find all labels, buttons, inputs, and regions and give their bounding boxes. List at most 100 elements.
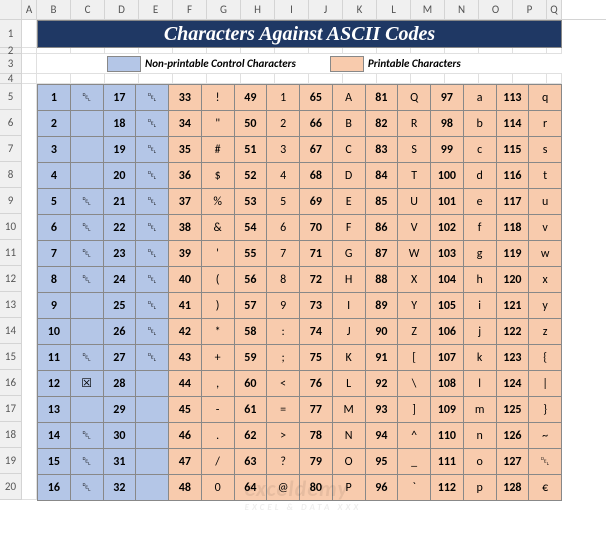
ascii-code-cell[interactable]: 67 <box>300 137 333 163</box>
row-header-4[interactable]: 4 <box>0 74 22 84</box>
column-header-H[interactable]: H <box>241 0 275 19</box>
ascii-char-cell[interactable]: ␡ <box>136 111 169 137</box>
ascii-code-cell[interactable]: 4 <box>38 163 71 189</box>
ascii-code-cell[interactable]: 105 <box>431 293 464 319</box>
ascii-char-cell[interactable]: c <box>463 137 496 163</box>
ascii-char-cell[interactable]: P <box>332 475 365 501</box>
ascii-char-cell[interactable]: ␡ <box>136 189 169 215</box>
row-header-6[interactable]: 6 <box>0 110 22 136</box>
ascii-char-cell[interactable]: A <box>332 85 365 111</box>
ascii-char-cell[interactable] <box>70 293 103 319</box>
ascii-code-cell[interactable]: 46 <box>169 423 202 449</box>
ascii-char-cell[interactable]: S <box>398 137 431 163</box>
ascii-code-cell[interactable]: 43 <box>169 345 202 371</box>
ascii-code-cell[interactable]: 94 <box>365 423 398 449</box>
ascii-code-cell[interactable]: 44 <box>169 371 202 397</box>
ascii-char-cell[interactable]: ␡ <box>136 241 169 267</box>
ascii-code-cell[interactable]: 108 <box>431 371 464 397</box>
ascii-char-cell[interactable]: ? <box>267 449 300 475</box>
ascii-code-cell[interactable]: 8 <box>38 267 71 293</box>
ascii-char-cell[interactable]: " <box>201 111 234 137</box>
ascii-code-cell[interactable]: 58 <box>234 319 267 345</box>
ascii-char-cell[interactable]: L <box>332 371 365 397</box>
ascii-char-cell[interactable]: @ <box>267 475 300 501</box>
ascii-char-cell[interactable]: ␡ <box>136 163 169 189</box>
ascii-char-cell[interactable]: ( <box>201 267 234 293</box>
ascii-code-cell[interactable]: 52 <box>234 163 267 189</box>
column-header-C[interactable]: C <box>71 0 105 19</box>
ascii-code-cell[interactable]: 16 <box>38 475 71 501</box>
ascii-char-cell[interactable]: ␡ <box>70 215 103 241</box>
ascii-char-cell[interactable]: v <box>529 215 562 241</box>
ascii-code-cell[interactable]: 37 <box>169 189 202 215</box>
ascii-code-cell[interactable]: 64 <box>234 475 267 501</box>
ascii-char-cell[interactable]: ) <box>201 293 234 319</box>
ascii-code-cell[interactable]: 61 <box>234 397 267 423</box>
ascii-code-cell[interactable]: 3 <box>38 137 71 163</box>
ascii-char-cell[interactable]: Z <box>398 319 431 345</box>
ascii-code-cell[interactable]: 39 <box>169 241 202 267</box>
ascii-code-cell[interactable]: 73 <box>300 293 333 319</box>
ascii-code-cell[interactable]: 36 <box>169 163 202 189</box>
ascii-char-cell[interactable] <box>70 163 103 189</box>
column-header-J[interactable]: J <box>309 0 343 19</box>
ascii-char-cell[interactable]: n <box>463 423 496 449</box>
ascii-code-cell[interactable]: 5 <box>38 189 71 215</box>
ascii-code-cell[interactable]: 27 <box>103 345 136 371</box>
ascii-code-cell[interactable]: 26 <box>103 319 136 345</box>
ascii-char-cell[interactable]: R <box>398 111 431 137</box>
ascii-code-cell[interactable]: 115 <box>496 137 529 163</box>
ascii-char-cell[interactable]: ! <box>201 85 234 111</box>
ascii-code-cell[interactable]: 78 <box>300 423 333 449</box>
ascii-code-cell[interactable]: 65 <box>300 85 333 111</box>
ascii-char-cell[interactable]: W <box>398 241 431 267</box>
ascii-char-cell[interactable]: ☒ <box>70 371 103 397</box>
ascii-char-cell[interactable]: f <box>463 215 496 241</box>
ascii-char-cell[interactable]: G <box>332 241 365 267</box>
ascii-code-cell[interactable]: 53 <box>234 189 267 215</box>
ascii-char-cell[interactable]: 0 <box>201 475 234 501</box>
ascii-code-cell[interactable]: 116 <box>496 163 529 189</box>
ascii-char-cell[interactable] <box>70 397 103 423</box>
ascii-char-cell[interactable]: } <box>529 397 562 423</box>
ascii-code-cell[interactable]: 22 <box>103 215 136 241</box>
ascii-code-cell[interactable]: 93 <box>365 397 398 423</box>
row-header-18[interactable]: 18 <box>0 422 22 448</box>
ascii-code-cell[interactable]: 54 <box>234 215 267 241</box>
ascii-char-cell[interactable]: k <box>463 345 496 371</box>
ascii-char-cell[interactable]: V <box>398 215 431 241</box>
ascii-code-cell[interactable]: 89 <box>365 293 398 319</box>
column-header-L[interactable]: L <box>377 0 411 19</box>
ascii-code-cell[interactable]: 47 <box>169 449 202 475</box>
ascii-char-cell[interactable]: u <box>529 189 562 215</box>
ascii-code-cell[interactable]: 122 <box>496 319 529 345</box>
ascii-char-cell[interactable]: { <box>529 345 562 371</box>
ascii-char-cell[interactable]: / <box>201 449 234 475</box>
row-header-8[interactable]: 8 <box>0 162 22 188</box>
ascii-code-cell[interactable]: 56 <box>234 267 267 293</box>
column-header-F[interactable]: F <box>173 0 207 19</box>
ascii-char-cell[interactable]: I <box>332 293 365 319</box>
column-header-O[interactable]: O <box>479 0 513 19</box>
ascii-char-cell[interactable] <box>136 423 169 449</box>
ascii-char-cell[interactable]: 6 <box>267 215 300 241</box>
ascii-char-cell[interactable]: h <box>463 267 496 293</box>
ascii-code-cell[interactable]: 92 <box>365 371 398 397</box>
ascii-char-cell[interactable]: j <box>463 319 496 345</box>
row-header-16[interactable]: 16 <box>0 370 22 396</box>
ascii-code-cell[interactable]: 106 <box>431 319 464 345</box>
ascii-char-cell[interactable]: | <box>529 371 562 397</box>
ascii-code-cell[interactable]: 71 <box>300 241 333 267</box>
ascii-char-cell[interactable] <box>70 319 103 345</box>
ascii-code-cell[interactable]: 113 <box>496 85 529 111</box>
ascii-code-cell[interactable]: 59 <box>234 345 267 371</box>
ascii-char-cell[interactable]: T <box>398 163 431 189</box>
ascii-char-cell[interactable]: N <box>332 423 365 449</box>
ascii-char-cell[interactable]: e <box>463 189 496 215</box>
row-header-12[interactable]: 12 <box>0 266 22 292</box>
ascii-char-cell[interactable]: D <box>332 163 365 189</box>
ascii-code-cell[interactable]: 18 <box>103 111 136 137</box>
ascii-char-cell[interactable]: * <box>201 319 234 345</box>
ascii-char-cell[interactable]: \ <box>398 371 431 397</box>
ascii-code-cell[interactable]: 74 <box>300 319 333 345</box>
